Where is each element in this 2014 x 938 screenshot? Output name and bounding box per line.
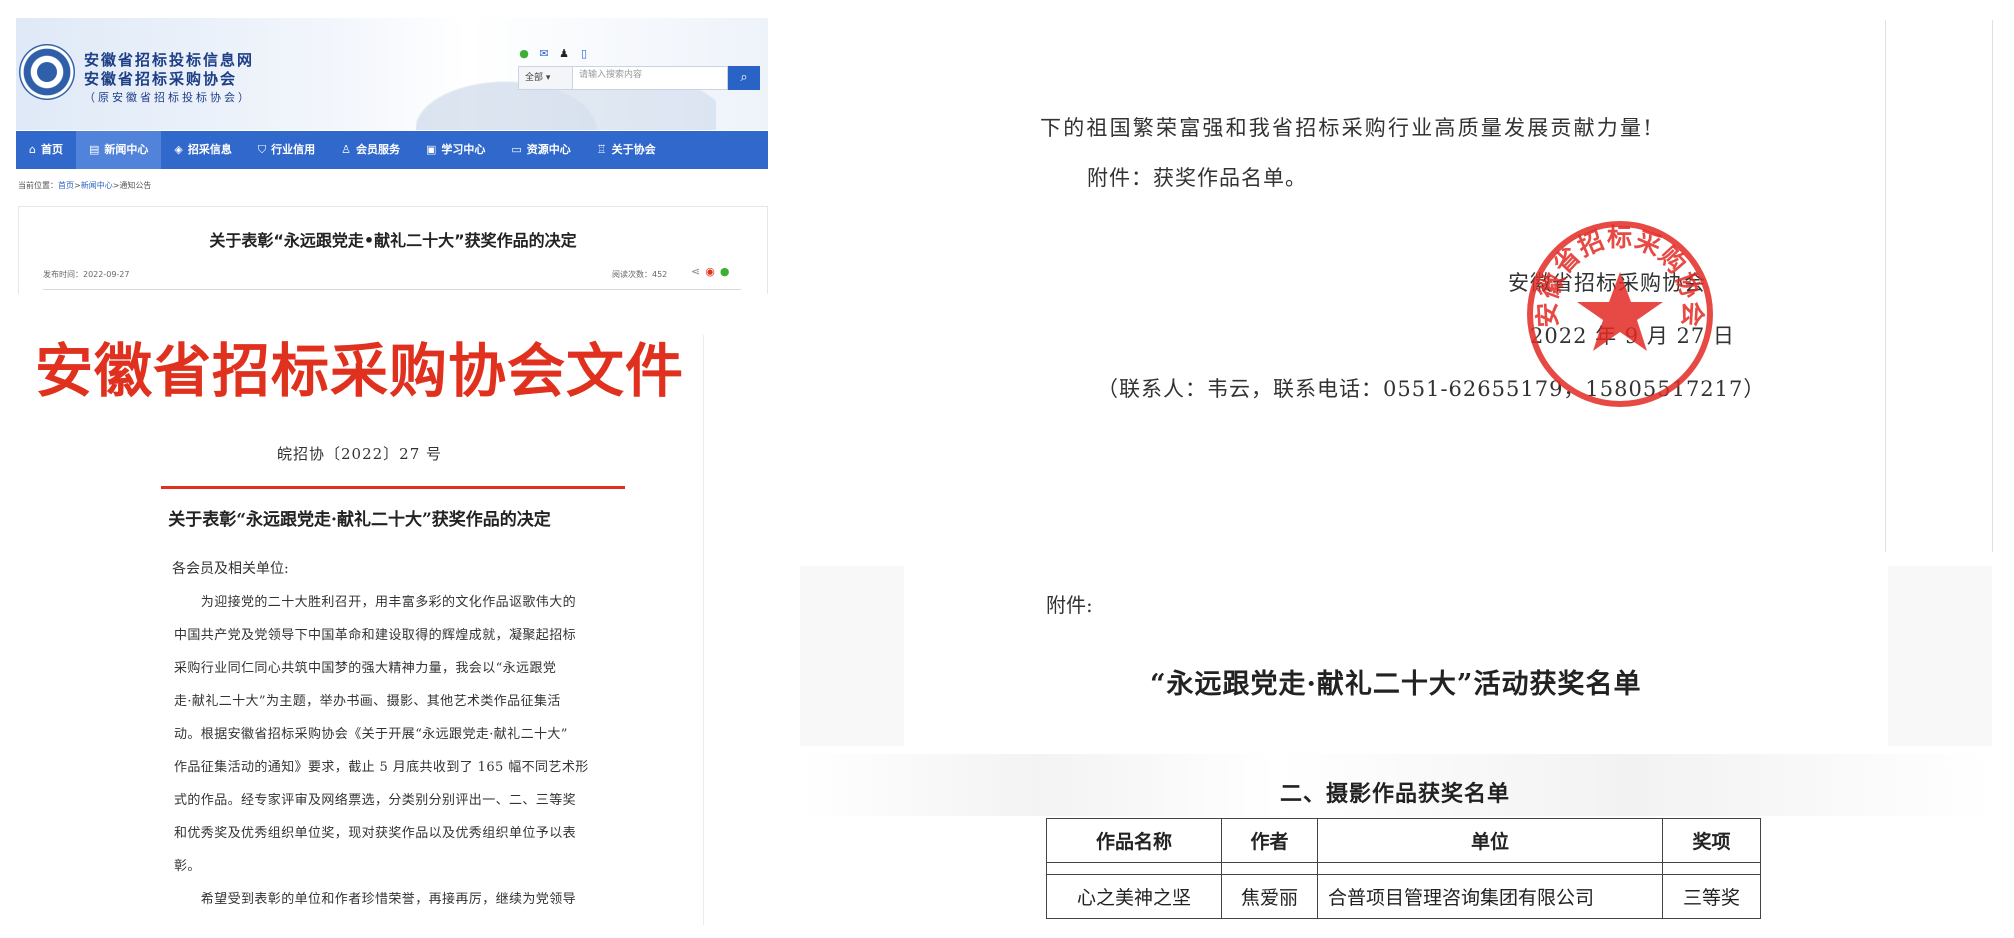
document-body-line: 动。根据安徽省招标采购协会《关于开展“永远跟党走·献礼二十大”	[174, 727, 568, 742]
nav-label: 会员服务	[355, 143, 400, 156]
breadcrumb-news-link[interactable]: 新闻中心	[81, 181, 113, 190]
breadcrumb-prefix: 当前位置：	[18, 181, 58, 190]
search-icon: ⌕	[740, 70, 748, 85]
table-gap	[1046, 862, 1761, 875]
table-header-row: 作品名称 作者 单位 奖项	[1046, 818, 1761, 863]
document-body-line: 采购行业同仁同心共筑中国梦的强大精神力量，我会以“永远跟党	[174, 661, 557, 676]
cell-unit: 合普项目管理咨询集团有限公司	[1317, 874, 1663, 919]
table-row: 心之美神之坚 焦爱丽 合普项目管理咨询集团有限公司 三等奖	[1046, 874, 1761, 919]
site-name-primary: 安徽省招标投标信息网	[84, 51, 255, 69]
document-body-line: 作品征集活动的通知》要求，截止 5 月底共收到了 165 幅不同艺术形	[174, 760, 589, 775]
attachment-label: 附件:	[1046, 593, 1093, 617]
document-masthead: 安徽省招标采购协会文件	[34, 337, 684, 405]
official-document-page1: 安徽省招标采购协会文件 皖招协〔2022〕27 号 关于表彰“永远跟党走·献礼二…	[16, 335, 704, 925]
shield-icon: ⛉	[257, 143, 267, 156]
search-bar: 全部 ▾ 请输入搜索内容 ⌕	[518, 66, 760, 90]
nav-item-news[interactable]: ▤ 新闻中心	[75, 131, 162, 169]
breadcrumb-home-link[interactable]: 首页	[58, 181, 74, 190]
social-links: ● ✉ ♟ ▯	[518, 48, 590, 60]
folder-icon: ▭	[511, 143, 522, 156]
wechat-share-icon[interactable]: ●	[720, 265, 730, 278]
document-body-line: 走·献礼二十大”为主题，举办书画、摄影、其他艺术类作品征集活	[174, 694, 561, 709]
qq-icon[interactable]: ♟	[558, 48, 570, 60]
share-icon[interactable]: ⋖	[691, 265, 700, 278]
nav-label: 关于协会	[611, 143, 656, 156]
attachment-title: “永远跟党走·献礼二十大”活动获奖名单	[1150, 669, 1642, 700]
cell-author: 焦爱丽	[1221, 874, 1318, 919]
nav-item-about[interactable]: ♖ 关于协会	[584, 131, 669, 169]
column-header-work: 作品名称	[1046, 818, 1222, 863]
website-panel: 安徽省招标投标信息网 安徽省招标采购协会 （原安徽省招标投标协会） ● ✉ ♟ …	[16, 18, 768, 294]
nav-label: 行业信用	[271, 143, 316, 156]
column-header-unit: 单位	[1317, 818, 1663, 863]
mobile-icon[interactable]: ▯	[578, 48, 590, 60]
document-title: 关于表彰“永远跟党走·献礼二十大”获奖作品的决定	[168, 510, 551, 530]
article-view-count: 阅读次数：452	[612, 270, 668, 279]
news-icon: ▤	[88, 143, 100, 156]
nav-item-member[interactable]: ♙ 会员服务	[328, 131, 413, 169]
document-body-line: 希望受到表彰的单位和作者珍惜荣誉，再接再厉，继续为党领导	[174, 892, 577, 907]
nav-item-home[interactable]: ⌂ 首页	[16, 131, 76, 169]
layers-icon: ◈	[174, 143, 183, 156]
article-header: 关于表彰“永远跟党走•献礼二十大”获奖作品的决定 发布时间：2022-09-27…	[18, 206, 768, 294]
document-closing-line: 下的祖国繁荣富强和我省招标采购行业高质量发展贡献力量!	[1040, 116, 1654, 140]
page-edge	[1992, 20, 1993, 552]
attachment-note: 附件：获奖作品名单。	[1087, 166, 1307, 190]
nav-label: 首页	[40, 143, 63, 156]
official-document-page2: 下的祖国繁荣富强和我省招标采购行业高质量发展贡献力量! 附件：获奖作品名单。 安…	[800, 20, 1950, 552]
document-body-line: 为迎接党的二十大胜利召开，用丰富多彩的文化作品讴歌伟大的	[174, 595, 577, 610]
breadcrumb-separator: >	[74, 181, 81, 190]
document-number: 皖招协〔2022〕27 号	[276, 445, 443, 463]
wechat-icon[interactable]: ●	[518, 48, 530, 60]
search-placeholder: 请输入搜索内容	[579, 70, 643, 80]
document-body-line: 和优秀奖及优秀组织单位奖，现对获奖作品以及优秀组织单位予以表	[174, 826, 577, 841]
book-icon: ▣	[425, 143, 437, 156]
site-name-former: （原安徽省招标投标协会）	[84, 91, 252, 104]
breadcrumb-current: 通知公告	[119, 181, 152, 190]
site-header: 安徽省招标投标信息网 安徽省招标采购协会 （原安徽省招标投标协会） ● ✉ ♟ …	[16, 18, 768, 130]
attachment-header-page	[800, 566, 1992, 746]
document-body-line: 中国共产党及党领导下中国革命和建设取得的辉煌成就，凝聚起招标	[174, 628, 577, 643]
photo-section-title: 二、摄影作品获奖名单	[1280, 781, 1511, 807]
about-icon: ♖	[596, 143, 607, 156]
cell-work: 心之美神之坚	[1046, 874, 1222, 919]
search-button[interactable]: ⌕	[728, 66, 760, 90]
award-table: 作品名称 作者 单位 奖项 心之美神之坚 焦爱丽 合普项目管理咨询集团有限公司 …	[1046, 818, 1761, 919]
document-salutation: 各会员及相关单位:	[172, 561, 289, 577]
official-seal-icon: 安徽省招标采购协会	[1527, 221, 1713, 407]
document-body-line: 彰。	[174, 859, 201, 874]
column-header-award: 奖项	[1662, 818, 1761, 863]
document-body-line: 式的作品。经专家评审及网络票选，分类别分别评出一、二、三等奖	[174, 793, 577, 808]
main-nav: ⌂ 首页 ▤ 新闻中心 ◈ 招采信息 ⛉ 行业信用 ♙ 会员服务 ▣ 学习中心 ▭ 资源中心 …	[16, 131, 768, 169]
share-buttons: ⋖ ◉ ●	[691, 265, 729, 278]
member-icon: ♙	[341, 143, 351, 156]
nav-item-learning[interactable]: ▣ 学习中心	[413, 131, 498, 169]
nav-label: 资源中心	[526, 143, 571, 156]
mail-icon[interactable]: ✉	[538, 48, 550, 60]
nav-label: 新闻中心	[104, 143, 149, 156]
search-scope-value: 全部	[525, 73, 544, 83]
association-logo-icon[interactable]	[19, 44, 75, 100]
article-publish-date: 发布时间：2022-09-27	[43, 270, 130, 279]
divider	[43, 289, 741, 290]
nav-item-procurement[interactable]: ◈ 招采信息	[161, 131, 244, 169]
weibo-icon[interactable]: ◉	[705, 265, 715, 278]
page-edge	[1885, 20, 1886, 552]
search-input[interactable]: 请输入搜索内容	[573, 66, 728, 90]
nav-item-resources[interactable]: ▭ 资源中心	[498, 131, 583, 169]
column-header-author: 作者	[1221, 818, 1318, 863]
masthead-red-rule	[161, 486, 625, 489]
nav-item-credit[interactable]: ⛉ 行业信用	[245, 131, 328, 169]
search-scope-select[interactable]: 全部 ▾	[518, 66, 573, 90]
nav-label: 学习中心	[441, 143, 486, 156]
article-title: 关于表彰“永远跟党走•献礼二十大”获奖作品的决定	[209, 231, 577, 250]
home-icon: ⌂	[29, 143, 36, 156]
cell-award: 三等奖	[1662, 874, 1761, 919]
nav-label: 招采信息	[187, 143, 232, 156]
breadcrumb: 当前位置：首页>新闻中心>通知公告	[18, 180, 151, 191]
site-name-secondary: 安徽省招标采购协会	[84, 70, 238, 88]
